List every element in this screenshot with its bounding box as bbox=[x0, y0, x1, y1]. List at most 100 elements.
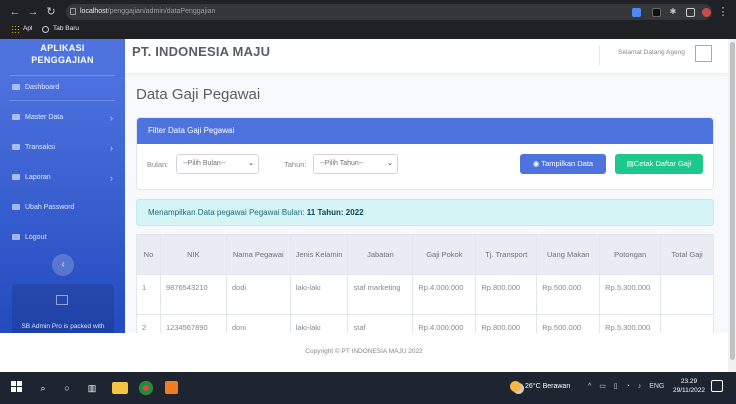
url-host: localhost bbox=[80, 8, 108, 15]
button-label: Cetak Daftar Gaji bbox=[633, 159, 692, 168]
tampilkan-data-button[interactable]: ◉ Tampilkan Data bbox=[520, 154, 606, 174]
url-path: /penggajian/admin/dataPenggajian bbox=[107, 8, 216, 15]
column-header[interactable]: Jenis Kelamin bbox=[289, 234, 349, 275]
filter-card-header: Filter Data Gaji Pegawai bbox=[137, 118, 713, 144]
language-indicator[interactable]: ENG bbox=[649, 383, 664, 390]
bulan-label: Bulan: bbox=[147, 160, 169, 169]
alert-text: Menampilkan Data pegawai Pegawai Bulan: bbox=[148, 208, 305, 217]
sidebar-brand[interactable]: APLIKASI PENGGAJIAN bbox=[0, 39, 125, 73]
avatar[interactable] bbox=[695, 45, 712, 62]
sidebar-item-label: Transaksi bbox=[25, 144, 56, 151]
search-icon[interactable]: ⌕ bbox=[35, 380, 51, 396]
tahun-select[interactable]: --Pilih Tahun-- ⌄ bbox=[313, 154, 398, 174]
address-bar[interactable]: localhost/penggajian/admin/dataPenggajia… bbox=[66, 4, 712, 20]
table-header-row: No NIK Nama Pegawai Jenis Kelamin Jabata… bbox=[136, 234, 714, 275]
bookmark-label: Apl bbox=[23, 25, 33, 32]
logout-icon bbox=[12, 234, 20, 241]
sidebar-toggle-button[interactable]: ‹ bbox=[52, 254, 74, 276]
task-view-icon[interactable]: ▥ bbox=[84, 380, 100, 396]
sidebar-item-label: Ubah Password bbox=[25, 204, 75, 211]
sidebar-item-label: Dashboard bbox=[25, 84, 60, 91]
taskbar-clock[interactable]: 23.29 29/11/2022 bbox=[671, 377, 707, 395]
filter-card: Filter Data Gaji Pegawai Bulan: --Pilih … bbox=[136, 117, 714, 190]
table-cell: dodi bbox=[225, 274, 291, 315]
sidebar-item-label: Laporan bbox=[25, 174, 51, 181]
cetak-daftar-gaji-button[interactable]: ▤Cetak Daftar Gaji bbox=[615, 154, 703, 174]
user-greeting[interactable]: Selamat Datang Ageng bbox=[618, 49, 685, 56]
chevron-right-icon: › bbox=[110, 143, 113, 153]
sidebar-item-dashboard[interactable]: Dashboard bbox=[0, 78, 125, 98]
chevron-right-icon: › bbox=[110, 173, 113, 183]
chevron-right-icon: › bbox=[110, 113, 113, 123]
column-header[interactable]: No bbox=[136, 234, 161, 275]
page-footer: Copyright © PT INDONESIA MAJU 2022 bbox=[0, 333, 728, 372]
promo-text: SB Admin Pro is packed with bbox=[21, 323, 105, 330]
sidebar-item-label: Logout bbox=[25, 234, 47, 241]
sidebar-item-ubah-password[interactable]: Ubah Password bbox=[0, 198, 125, 218]
notification-icon[interactable] bbox=[711, 380, 723, 392]
table-cell: 9876543210 bbox=[159, 274, 227, 315]
back-icon[interactable]: ← bbox=[8, 5, 22, 19]
sidebar-item-laporan[interactable]: Laporan › bbox=[0, 168, 125, 188]
sidebar-item-logout[interactable]: Logout bbox=[0, 228, 125, 248]
bookmark-label: Tab Baru bbox=[53, 25, 80, 32]
button-label: Tampilkan Data bbox=[541, 159, 594, 168]
extension-icon[interactable] bbox=[652, 8, 661, 17]
bulan-select[interactable]: --Pilih Bulan-- ⌄ bbox=[176, 154, 259, 174]
folder-icon bbox=[12, 114, 20, 121]
chrome-icon[interactable] bbox=[139, 381, 153, 395]
forward-icon[interactable]: → bbox=[26, 5, 40, 19]
profile-icon[interactable] bbox=[702, 8, 711, 17]
xampp-icon[interactable] bbox=[165, 381, 178, 394]
chevron-down-icon: ⌄ bbox=[387, 160, 393, 167]
menu-icon[interactable]: ⋮ bbox=[716, 5, 730, 19]
reload-icon[interactable]: ↻ bbox=[44, 5, 58, 19]
browser-chrome: ← → ↻ localhost/penggajian/admin/dataPen… bbox=[0, 0, 736, 39]
weather-widget[interactable]: 26°C Berawan bbox=[510, 381, 570, 392]
clock-date: 29/11/2022 bbox=[672, 387, 706, 394]
dashboard-icon bbox=[12, 84, 20, 91]
windows-start-icon[interactable] bbox=[11, 381, 22, 392]
broken-image-icon bbox=[56, 295, 68, 305]
lock-icon bbox=[70, 8, 76, 15]
sidebar-divider bbox=[10, 100, 115, 101]
column-header[interactable]: Nama Pegawai bbox=[225, 234, 291, 275]
bookmark-tab-baru[interactable]: Tab Baru bbox=[42, 22, 79, 36]
table-cell: laki-laki bbox=[289, 274, 349, 315]
column-header[interactable]: Total Gaji bbox=[660, 234, 714, 275]
print-icon: ▤ bbox=[626, 159, 634, 168]
sidepanel-icon[interactable] bbox=[686, 8, 695, 17]
column-header[interactable]: NIK bbox=[159, 234, 227, 275]
column-header[interactable]: Tj. Transport bbox=[475, 234, 538, 275]
column-header[interactable]: Gaji Pokok bbox=[412, 234, 477, 275]
system-tray[interactable]: ^ ▭ ▯ ◔ ♪ ENG bbox=[588, 382, 664, 390]
column-header[interactable]: Uang Makan bbox=[536, 234, 601, 275]
sidebar-item-master-data[interactable]: Master Data › bbox=[0, 108, 125, 128]
bookmark-apps[interactable]: Apl bbox=[11, 22, 32, 36]
column-header[interactable]: Jabatan bbox=[347, 234, 414, 275]
weather-text: 26°C Berawan bbox=[525, 383, 571, 390]
lock-icon bbox=[12, 204, 20, 211]
bulan-select-value: --Pilih Bulan-- bbox=[183, 160, 226, 167]
table-cell: Rp.4.000.000 bbox=[412, 274, 477, 315]
report-icon bbox=[12, 174, 20, 181]
cortana-icon[interactable]: ○ bbox=[59, 380, 75, 396]
alert-bulan: 11 bbox=[306, 208, 316, 217]
puzzle-icon[interactable]: ✱ bbox=[666, 5, 680, 19]
address-row: ← → ↻ localhost/penggajian/admin/dataPen… bbox=[0, 3, 736, 21]
alert-tahun-label: Tahun: bbox=[317, 208, 344, 217]
globe-icon bbox=[42, 25, 49, 33]
scrollbar-thumb[interactable] bbox=[730, 42, 735, 360]
sidebar-item-transaksi[interactable]: Transaksi › bbox=[0, 138, 125, 158]
sidebar-promo-card: SB Admin Pro is packed with bbox=[12, 284, 114, 339]
table-cell bbox=[660, 274, 714, 315]
money-icon bbox=[12, 144, 20, 151]
info-alert: Menampilkan Data pegawai Pegawai Bulan: … bbox=[136, 199, 714, 226]
table-cell: staf marketing bbox=[347, 274, 414, 315]
bookmarks-bar: Apl Tab Baru bbox=[0, 22, 736, 36]
tahun-label: Tahun: bbox=[284, 160, 307, 169]
file-explorer-icon[interactable] bbox=[112, 382, 128, 394]
column-header[interactable]: Potongan bbox=[599, 234, 662, 275]
translate-icon[interactable] bbox=[632, 8, 641, 17]
sidebar: APLIKASI PENGGAJIAN Dashboard Master Dat… bbox=[0, 39, 125, 339]
